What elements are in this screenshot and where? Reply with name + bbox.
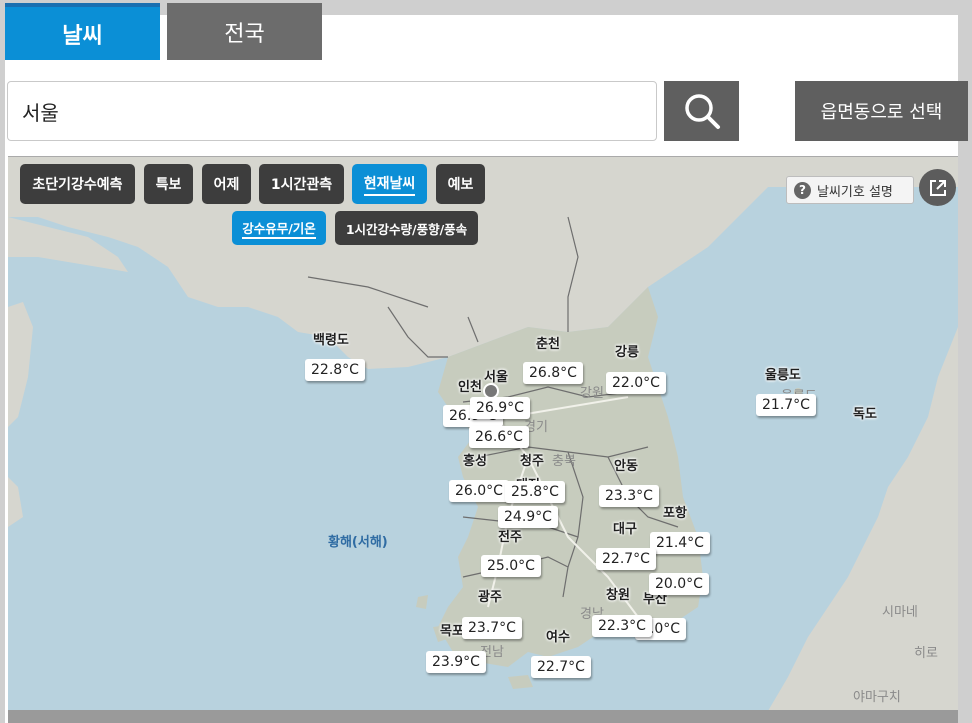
map-tab-warning[interactable]: 특보 (144, 164, 193, 204)
temp-suwon: 26.6°C (469, 426, 529, 448)
temp-chuncheon: 26.8°C (523, 362, 583, 384)
open-external-button[interactable] (919, 169, 956, 206)
map-tab-label: 초단기강수예측 (32, 177, 123, 193)
map-tab-label: 특보 (155, 177, 182, 193)
map-tab-label: 현재날씨 (363, 173, 416, 196)
place-chungbuk: 충북 (552, 454, 576, 469)
temp-andong: 23.3°C (599, 485, 659, 507)
place-dokdo: 독도 (853, 407, 877, 422)
weather-symbol-help-button[interactable]: ? 날씨기호 설명 (786, 176, 914, 204)
temp-hongseong: 26.0°C (449, 480, 509, 502)
subtab-label: 1시간강수량/풍향/풍속 (345, 221, 468, 237)
map-tab-nowcast[interactable]: 초단기강수예측 (20, 164, 135, 204)
weather-map[interactable]: 초단기강수예측 특보 어제 1시간관측 현재날씨 예보 강수유무/기온 1시간강… (8, 156, 958, 710)
place-seoul: 서울 (484, 370, 508, 385)
subtab-precip-wind[interactable]: 1시간강수량/풍향/풍속 (335, 211, 478, 245)
help-label: 날씨기호 설명 (817, 184, 893, 200)
map-tab-current-weather[interactable]: 현재날씨 (352, 164, 427, 204)
temp-gangneung: 22.0°C (606, 372, 666, 394)
map-tab-hourly-obs[interactable]: 1시간관측 (259, 164, 344, 204)
help-icon: ? (794, 181, 811, 199)
temp-changwon: 22.3°C (592, 615, 652, 637)
place-chuncheon: 춘천 (536, 337, 560, 352)
place-gangwon: 강원 (580, 386, 604, 401)
temp-yeosu: 22.7°C (531, 656, 591, 678)
map-tab-label: 1시간관측 (270, 177, 333, 193)
search-button[interactable] (664, 81, 739, 141)
place-hongseong: 홍성 (463, 454, 487, 469)
subtab-precip-temp[interactable]: 강수유무/기온 (232, 211, 326, 245)
map-bottom-bar (8, 710, 958, 723)
subtab-label: 강수유무/기온 (242, 218, 316, 239)
search-box (7, 81, 657, 141)
map-tab-label: 어제 (213, 177, 240, 193)
temp-daejeon: 24.9°C (498, 506, 558, 528)
place-jeonju: 전주 (498, 530, 522, 545)
place-shimane: 시마네 (882, 605, 918, 620)
place-hiroshima: 히로 (914, 646, 938, 661)
temp-ulleung: 21.7°C (756, 394, 816, 416)
temp-seoul: 26.9°C (470, 397, 530, 419)
place-incheon: 인천 (458, 380, 482, 395)
place-ulleung: 울릉도 (765, 368, 801, 383)
temp-jeonju: 25.0°C (481, 555, 541, 577)
map-tab-label: 예보 (447, 177, 474, 193)
place-mokpo: 목포 (440, 624, 464, 639)
temp-daegu: 22.7°C (596, 548, 656, 570)
search-icon (684, 94, 720, 129)
place-gwangju: 광주 (478, 590, 502, 605)
map-tab-forecast[interactable]: 예보 (436, 164, 485, 204)
select-by-town-button[interactable]: 읍면동으로 선택 (795, 81, 968, 141)
place-daegu: 대구 (613, 522, 637, 537)
temp-baengnyeong: 22.8°C (305, 359, 365, 381)
temp-pohang: 21.4°C (650, 532, 710, 554)
external-link-icon (929, 179, 946, 196)
place-changwon: 창원 (606, 588, 630, 603)
temp-heuksando: 23.9°C (426, 651, 486, 673)
place-cheongju: 청주 (520, 454, 544, 469)
place-yellow-sea: 황해(서해) (328, 535, 388, 550)
temp-mokpo: 23.7°C (462, 617, 522, 639)
tab-national[interactable]: 전국 (167, 3, 322, 60)
place-yeosu: 여수 (546, 630, 570, 645)
place-baengnyeong: 백령도 (313, 333, 349, 348)
place-andong: 안동 (614, 459, 638, 474)
search-input[interactable] (22, 99, 656, 123)
tab-weather[interactable]: 날씨 (5, 3, 160, 60)
map-tab-yesterday[interactable]: 어제 (202, 164, 251, 204)
temp-cheongju: 25.8°C (505, 481, 565, 503)
place-pohang: 포항 (663, 506, 687, 521)
place-gangneung: 강릉 (615, 345, 639, 360)
temp-ulsan: 20.0°C (649, 573, 709, 595)
place-yamaguchi: 야마구치 (853, 690, 901, 705)
